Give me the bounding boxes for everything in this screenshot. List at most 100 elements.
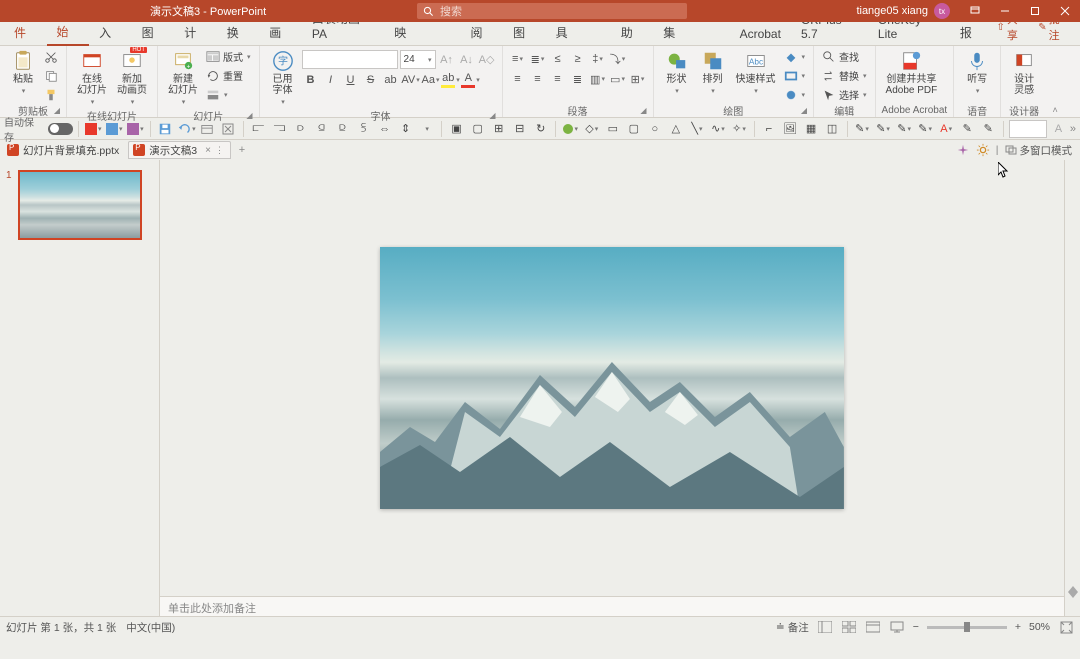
align-middle-obj[interactable]: ⫒	[333, 120, 352, 138]
dictate-button[interactable]: 听写▾	[960, 48, 994, 97]
ungroup-obj[interactable]: ⊟	[510, 120, 529, 138]
dialog-launcher-icon[interactable]: ◢	[246, 111, 252, 120]
account-area[interactable]: tiange05 xiang tx	[856, 3, 950, 19]
qat-color2[interactable]: ▾	[105, 120, 124, 138]
vertical-scrollbar[interactable]	[1064, 160, 1080, 616]
multi-window-button[interactable]: 多窗口模式	[1005, 143, 1073, 158]
used-fonts-button[interactable]: 字 已用 字体▾	[266, 48, 300, 108]
new-slide-button[interactable]: + 新建 幻灯片▾	[164, 48, 202, 108]
dialog-launcher-icon[interactable]: ◢	[640, 106, 646, 115]
dist-vert[interactable]: ⇕	[396, 120, 415, 138]
shapes-button[interactable]: 形状▾	[660, 48, 694, 97]
maximize-button[interactable]	[1020, 0, 1050, 22]
arrange-button[interactable]: 排列▾	[696, 48, 730, 97]
bring-front[interactable]: ▣	[447, 120, 466, 138]
zoom-in-button[interactable]: +	[1015, 621, 1021, 633]
notes-toggle[interactable]: ≐ 备注	[776, 620, 809, 635]
qat-color3[interactable]: ▾	[126, 120, 145, 138]
line-spacing-button[interactable]: ‡▾	[589, 50, 607, 68]
zoom-out-button[interactable]: −	[913, 621, 919, 633]
ribbon-display-options[interactable]	[960, 0, 990, 22]
send-back[interactable]: ▢	[468, 120, 487, 138]
zoom-slider[interactable]	[927, 626, 1007, 629]
align-top-obj[interactable]: ⫑	[312, 120, 331, 138]
sparkle-icon[interactable]	[956, 143, 970, 157]
group-obj[interactable]: ⊞	[489, 120, 508, 138]
shadow-button[interactable]: ab	[382, 71, 400, 89]
canvas-area[interactable]	[160, 160, 1064, 596]
eyedropper1[interactable]: ✎	[958, 120, 977, 138]
cut-button[interactable]	[42, 48, 60, 65]
minimize-button[interactable]	[990, 0, 1020, 22]
highlighter4[interactable]: ✎▾	[916, 120, 935, 138]
more-align[interactable]: ▾	[417, 120, 436, 138]
undo-button[interactable]: ▾	[177, 120, 196, 138]
new-anim-page-button[interactable]: HOT 新加 动画页▾	[113, 48, 151, 108]
align-right-obj[interactable]: ⫐	[291, 120, 310, 138]
font-inc-qat[interactable]: A	[1049, 120, 1068, 138]
reset-button[interactable]: 重置	[204, 67, 253, 84]
layout-button[interactable]: 版式▾	[204, 48, 253, 65]
oval-shape[interactable]: ○	[645, 120, 664, 138]
collapse-ribbon-button[interactable]: ˄	[1053, 105, 1058, 115]
shape-fill-qat[interactable]: ▾	[561, 120, 580, 138]
align-center-obj[interactable]: ⫎	[270, 120, 289, 138]
replace-button[interactable]: 替换▾	[820, 67, 869, 84]
rotate-obj[interactable]: ↻	[531, 120, 550, 138]
numbering-button[interactable]: ≣▾	[529, 50, 547, 68]
align-center-button[interactable]: ≡	[529, 70, 547, 88]
qat-overflow[interactable]: »	[1070, 123, 1076, 135]
save-button[interactable]	[156, 120, 175, 138]
curve-shape[interactable]: ∿▾	[708, 120, 727, 138]
inc-indent-button[interactable]: ≥	[569, 50, 587, 68]
sorter-view-button[interactable]	[841, 619, 857, 635]
pin-tab-button[interactable]: ⋮	[215, 145, 224, 156]
align-bottom-obj[interactable]: ⫓	[354, 120, 373, 138]
tab-acrobat[interactable]: Acrobat	[730, 23, 791, 45]
pic-tool[interactable]: 🖼	[780, 120, 799, 138]
rect-shape[interactable]: ▭	[603, 120, 622, 138]
text-direction-button[interactable]: ⤵▾	[609, 50, 627, 68]
notes-pane[interactable]: 单击此处添加备注	[160, 596, 1064, 616]
qat-x-button[interactable]	[219, 120, 238, 138]
copy-button[interactable]	[42, 67, 60, 84]
qat-combo[interactable]	[1009, 120, 1047, 138]
dialog-launcher-icon[interactable]: ◢	[801, 106, 807, 115]
redo-button[interactable]	[198, 120, 217, 138]
select-button[interactable]: 选择▾	[820, 86, 869, 103]
highlighter2[interactable]: ✎▾	[874, 120, 893, 138]
find-button[interactable]: 查找	[820, 48, 869, 65]
add-tab-button[interactable]: +	[233, 141, 251, 159]
shape-fill-button[interactable]: ▾	[782, 48, 808, 65]
dialog-launcher-icon[interactable]: ◢	[489, 111, 495, 120]
crop-tool[interactable]: ⌐	[759, 120, 778, 138]
highlight-button[interactable]: ab▾	[442, 71, 460, 89]
paste-button[interactable]: 粘贴▾	[6, 48, 40, 97]
pic-tool3[interactable]: ◫	[823, 120, 842, 138]
dialog-launcher-icon[interactable]: ◢	[54, 106, 60, 115]
bold-button[interactable]: B	[302, 71, 320, 89]
create-pdf-button[interactable]: 创建并共享 Adobe PDF	[882, 48, 942, 98]
scroll-down-icon[interactable]	[1068, 592, 1078, 598]
shape-effects-button[interactable]: ▾	[782, 86, 808, 103]
align-left-button[interactable]: ≡	[509, 70, 527, 88]
slideshow-view-button[interactable]	[889, 619, 905, 635]
highlighter3[interactable]: ✎▾	[895, 120, 914, 138]
decrease-font-button[interactable]: A↓	[458, 51, 476, 69]
columns-button[interactable]: ▥▾	[589, 70, 607, 88]
italic-button[interactable]: I	[322, 71, 340, 89]
align-middle-button[interactable]: ▭▾	[609, 70, 627, 88]
smartart-button[interactable]: ⊞▾	[629, 70, 647, 88]
dist-horiz[interactable]: ⇔	[375, 120, 394, 138]
shape-outline-button[interactable]: ▾	[782, 67, 808, 84]
slide-canvas[interactable]	[380, 247, 844, 509]
font-color-button[interactable]: A▾	[462, 71, 480, 89]
doctab-1[interactable]: 演示文稿3×⋮	[128, 141, 231, 159]
freeform-shape[interactable]: ✧▾	[729, 120, 748, 138]
shape-picker[interactable]: ◇▾	[582, 120, 601, 138]
design-ideas-button[interactable]: 设计 灵感	[1007, 48, 1041, 98]
spacing-button[interactable]: AV▾	[402, 71, 420, 89]
align-right-button[interactable]: ≡	[549, 70, 567, 88]
round-rect-shape[interactable]: ▢	[624, 120, 643, 138]
thumbnail-pane[interactable]: 1	[0, 160, 160, 616]
